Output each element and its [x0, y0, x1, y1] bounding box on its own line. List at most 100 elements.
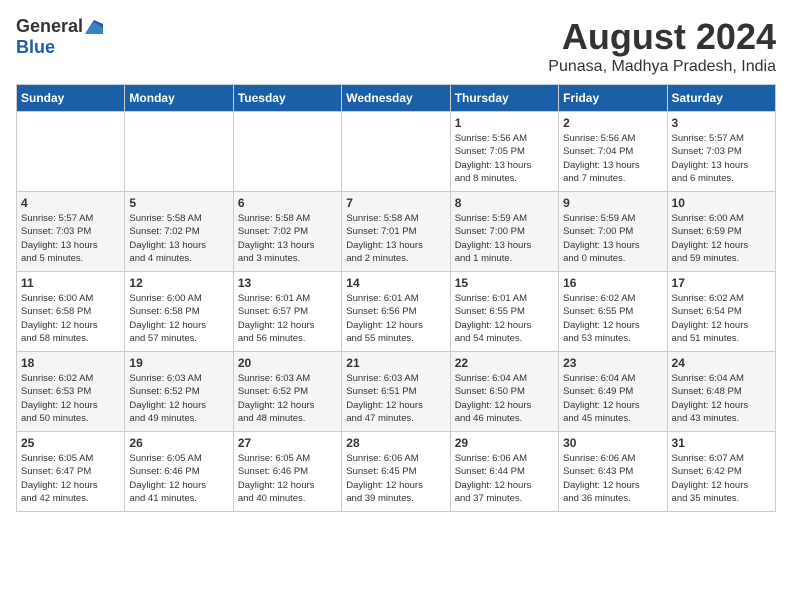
- day-info: Sunrise: 5:57 AM Sunset: 7:03 PM Dayligh…: [672, 132, 771, 185]
- day-info: Sunrise: 6:04 AM Sunset: 6:48 PM Dayligh…: [672, 372, 771, 425]
- day-info: Sunrise: 6:05 AM Sunset: 6:46 PM Dayligh…: [238, 452, 337, 505]
- day-number: 15: [455, 276, 554, 290]
- calendar-cell: 24Sunrise: 6:04 AM Sunset: 6:48 PM Dayli…: [667, 352, 775, 432]
- day-number: 22: [455, 356, 554, 370]
- day-number: 3: [672, 116, 771, 130]
- calendar-cell: 4Sunrise: 5:57 AM Sunset: 7:03 PM Daylig…: [17, 192, 125, 272]
- calendar-cell: 11 Sunrise: 6:00 AM Sunset: 6:58 PM Dayli…: [17, 272, 125, 352]
- day-number: 30: [563, 436, 662, 450]
- day-number: 31: [672, 436, 771, 450]
- calendar-cell: [342, 112, 450, 192]
- day-number: 8: [455, 196, 554, 210]
- calendar-cell: 19Sunrise: 6:03 AM Sunset: 6:52 PM Dayli…: [125, 352, 233, 432]
- week-row-3: 11 Sunrise: 6:00 AM Sunset: 6:58 PM Dayli…: [17, 272, 776, 352]
- calendar-cell: 27 Sunrise: 6:05 AM Sunset: 6:46 PM Dayli…: [233, 432, 341, 512]
- day-info: Sunrise: 6:06 AM Sunset: 6:43 PM Dayligh…: [563, 452, 662, 505]
- calendar-cell: 7Sunrise: 5:58 AM Sunset: 7:01 PM Daylig…: [342, 192, 450, 272]
- day-info: Sunrise: 6:06 AM Sunset: 6:45 PM Dayligh…: [346, 452, 445, 505]
- day-number: 20: [238, 356, 337, 370]
- day-number: 10: [672, 196, 771, 210]
- calendar-cell: 28 Sunrise: 6:06 AM Sunset: 6:45 PM Dayli…: [342, 432, 450, 512]
- day-number: 14: [346, 276, 445, 290]
- day-number: 13: [238, 276, 337, 290]
- calendar-cell: [17, 112, 125, 192]
- day-number: 9: [563, 196, 662, 210]
- day-number: 2: [563, 116, 662, 130]
- day-info: Sunrise: 6:00 AM Sunset: 6:59 PM Dayligh…: [672, 212, 771, 265]
- day-number: 12: [129, 276, 228, 290]
- week-row-5: 25Sunrise: 6:05 AM Sunset: 6:47 PM Dayli…: [17, 432, 776, 512]
- day-info: Sunrise: 6:05 AM Sunset: 6:46 PM Dayligh…: [129, 452, 228, 505]
- day-number: 21: [346, 356, 445, 370]
- day-info: Sunrise: 6:02 AM Sunset: 6:54 PM Dayligh…: [672, 292, 771, 345]
- calendar-cell: 25Sunrise: 6:05 AM Sunset: 6:47 PM Dayli…: [17, 432, 125, 512]
- calendar-cell: 14 Sunrise: 6:01 AM Sunset: 6:56 PM Dayli…: [342, 272, 450, 352]
- calendar-cell: 1 Sunrise: 5:56 AM Sunset: 7:05 PM Daylig…: [450, 112, 558, 192]
- calendar-cell: [233, 112, 341, 192]
- logo-general-text: General: [16, 16, 83, 37]
- day-number: 28: [346, 436, 445, 450]
- location-title: Punasa, Madhya Pradesh, India: [548, 58, 776, 76]
- calendar-cell: 3 Sunrise: 5:57 AM Sunset: 7:03 PM Daylig…: [667, 112, 775, 192]
- day-info: Sunrise: 6:00 AM Sunset: 6:58 PM Dayligh…: [129, 292, 228, 345]
- day-info: Sunrise: 6:05 AM Sunset: 6:47 PM Dayligh…: [21, 452, 120, 505]
- day-info: Sunrise: 6:03 AM Sunset: 6:51 PM Dayligh…: [346, 372, 445, 425]
- day-info: Sunrise: 6:03 AM Sunset: 6:52 PM Dayligh…: [238, 372, 337, 425]
- calendar-cell: 17Sunrise: 6:02 AM Sunset: 6:54 PM Dayli…: [667, 272, 775, 352]
- calendar-cell: 10 Sunrise: 6:00 AM Sunset: 6:59 PM Dayli…: [667, 192, 775, 272]
- calendar-cell: [125, 112, 233, 192]
- calendar-cell: 31 Sunrise: 6:07 AM Sunset: 6:42 PM Dayli…: [667, 432, 775, 512]
- day-info: Sunrise: 5:58 AM Sunset: 7:02 PM Dayligh…: [129, 212, 228, 265]
- day-info: Sunrise: 5:56 AM Sunset: 7:04 PM Dayligh…: [563, 132, 662, 185]
- day-number: 11: [21, 276, 120, 290]
- weekday-header-monday: Monday: [125, 85, 233, 112]
- day-info: Sunrise: 5:58 AM Sunset: 7:02 PM Dayligh…: [238, 212, 337, 265]
- day-number: 7: [346, 196, 445, 210]
- weekday-header-thursday: Thursday: [450, 85, 558, 112]
- day-number: 5: [129, 196, 228, 210]
- day-info: Sunrise: 5:59 AM Sunset: 7:00 PM Dayligh…: [563, 212, 662, 265]
- day-number: 1: [455, 116, 554, 130]
- day-number: 27: [238, 436, 337, 450]
- calendar-cell: 23Sunrise: 6:04 AM Sunset: 6:49 PM Dayli…: [559, 352, 667, 432]
- calendar-cell: 13 Sunrise: 6:01 AM Sunset: 6:57 PM Dayli…: [233, 272, 341, 352]
- day-info: Sunrise: 6:01 AM Sunset: 6:57 PM Dayligh…: [238, 292, 337, 345]
- day-info: Sunrise: 6:04 AM Sunset: 6:50 PM Dayligh…: [455, 372, 554, 425]
- logo-blue-text: Blue: [16, 37, 55, 58]
- title-section: August 2024 Punasa, Madhya Pradesh, Indi…: [548, 16, 776, 76]
- day-number: 29: [455, 436, 554, 450]
- calendar-cell: 26 Sunrise: 6:05 AM Sunset: 6:46 PM Dayli…: [125, 432, 233, 512]
- calendar-cell: 16 Sunrise: 6:02 AM Sunset: 6:55 PM Dayli…: [559, 272, 667, 352]
- day-info: Sunrise: 6:02 AM Sunset: 6:53 PM Dayligh…: [21, 372, 120, 425]
- calendar-cell: 5 Sunrise: 5:58 AM Sunset: 7:02 PM Daylig…: [125, 192, 233, 272]
- day-info: Sunrise: 5:56 AM Sunset: 7:05 PM Dayligh…: [455, 132, 554, 185]
- calendar-body: 1 Sunrise: 5:56 AM Sunset: 7:05 PM Daylig…: [17, 112, 776, 512]
- calendar-cell: 8 Sunrise: 5:59 AM Sunset: 7:00 PM Daylig…: [450, 192, 558, 272]
- calendar-cell: 12 Sunrise: 6:00 AM Sunset: 6:58 PM Dayli…: [125, 272, 233, 352]
- day-info: Sunrise: 6:04 AM Sunset: 6:49 PM Dayligh…: [563, 372, 662, 425]
- day-info: Sunrise: 6:01 AM Sunset: 6:56 PM Dayligh…: [346, 292, 445, 345]
- calendar-cell: 20 Sunrise: 6:03 AM Sunset: 6:52 PM Dayli…: [233, 352, 341, 432]
- logo: General Blue: [16, 16, 103, 58]
- weekday-header-row: SundayMondayTuesdayWednesdayThursdayFrid…: [17, 85, 776, 112]
- calendar-cell: 15 Sunrise: 6:01 AM Sunset: 6:55 PM Dayli…: [450, 272, 558, 352]
- weekday-header-wednesday: Wednesday: [342, 85, 450, 112]
- calendar-cell: 22 Sunrise: 6:04 AM Sunset: 6:50 PM Dayli…: [450, 352, 558, 432]
- day-info: Sunrise: 6:03 AM Sunset: 6:52 PM Dayligh…: [129, 372, 228, 425]
- day-info: Sunrise: 6:00 AM Sunset: 6:58 PM Dayligh…: [21, 292, 120, 345]
- day-number: 26: [129, 436, 228, 450]
- calendar-cell: 18Sunrise: 6:02 AM Sunset: 6:53 PM Dayli…: [17, 352, 125, 432]
- day-info: Sunrise: 6:06 AM Sunset: 6:44 PM Dayligh…: [455, 452, 554, 505]
- day-number: 16: [563, 276, 662, 290]
- header: General Blue August 2024 Punasa, Madhya …: [16, 16, 776, 76]
- day-info: Sunrise: 5:59 AM Sunset: 7:00 PM Dayligh…: [455, 212, 554, 265]
- day-info: Sunrise: 6:02 AM Sunset: 6:55 PM Dayligh…: [563, 292, 662, 345]
- calendar-cell: 6 Sunrise: 5:58 AM Sunset: 7:02 PM Daylig…: [233, 192, 341, 272]
- calendar-cell: 29 Sunrise: 6:06 AM Sunset: 6:44 PM Dayli…: [450, 432, 558, 512]
- day-info: Sunrise: 6:01 AM Sunset: 6:55 PM Dayligh…: [455, 292, 554, 345]
- calendar-cell: 21 Sunrise: 6:03 AM Sunset: 6:51 PM Dayli…: [342, 352, 450, 432]
- day-number: 6: [238, 196, 337, 210]
- weekday-header-friday: Friday: [559, 85, 667, 112]
- day-info: Sunrise: 6:07 AM Sunset: 6:42 PM Dayligh…: [672, 452, 771, 505]
- calendar-cell: 9 Sunrise: 5:59 AM Sunset: 7:00 PM Daylig…: [559, 192, 667, 272]
